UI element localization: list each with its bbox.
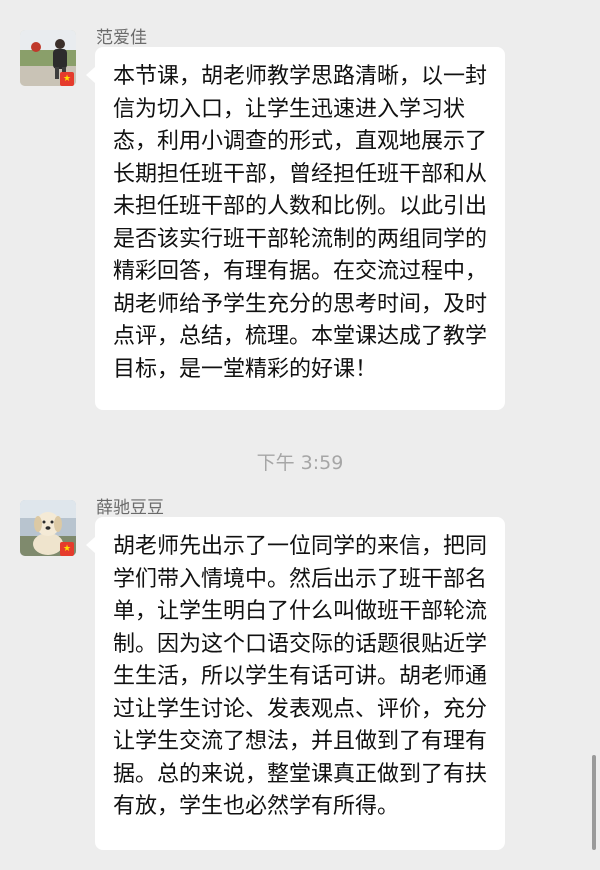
timestamp: 下午 3:59 bbox=[256, 452, 344, 474]
message-bubble[interactable]: 胡老师先出示了一位同学的来信，把同学们带入情境中。然后出示了班干部名单，让学生明… bbox=[86, 517, 505, 850]
sender-name: 范爱佳 bbox=[96, 28, 147, 48]
message-bubble[interactable]: 本节课，胡老师教学思路清晰，以一封信为切入口，让学生迅速进入学习状态，利用小调查… bbox=[86, 47, 505, 410]
china-flag-badge: ★ bbox=[60, 542, 74, 556]
china-flag-badge: ★ bbox=[60, 72, 74, 86]
sender-name: 薛驰豆豆 bbox=[96, 498, 164, 518]
scrollbar[interactable] bbox=[592, 755, 596, 850]
